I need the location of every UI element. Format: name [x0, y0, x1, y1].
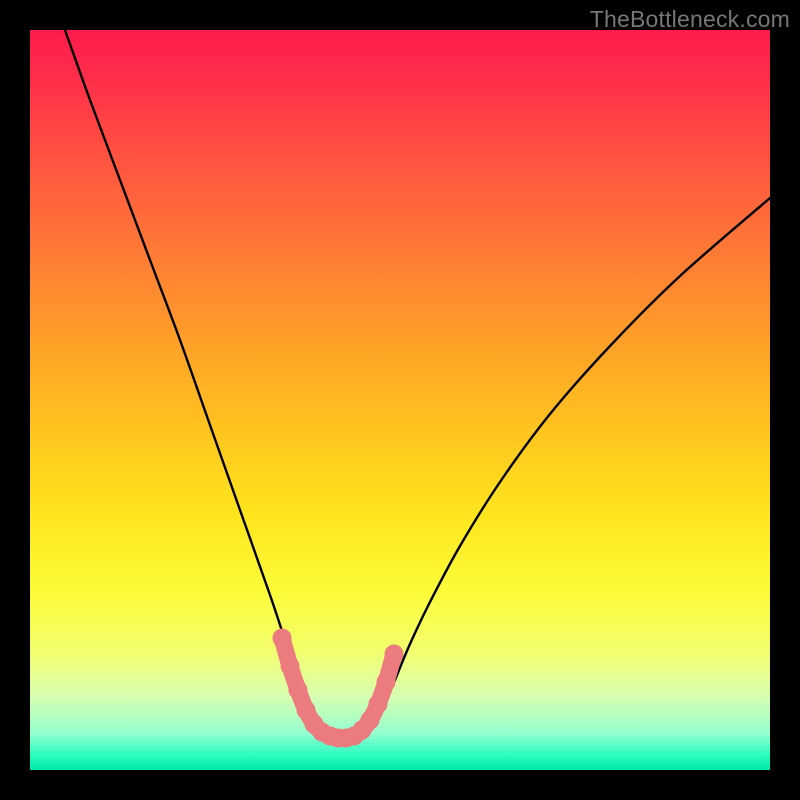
chart-svg: [30, 30, 770, 770]
black-curve-left: [65, 30, 308, 710]
pink-dot: [377, 673, 396, 692]
plot-area: [30, 30, 770, 770]
pink-dot: [273, 629, 292, 648]
pink-dot: [369, 695, 388, 714]
pink-dot: [385, 645, 404, 664]
watermark-text: TheBottleneck.com: [590, 6, 790, 33]
pink-dot: [289, 681, 308, 700]
pink-dot: [281, 657, 300, 676]
black-curve-right: [382, 198, 770, 712]
chart-frame: TheBottleneck.com: [0, 0, 800, 800]
